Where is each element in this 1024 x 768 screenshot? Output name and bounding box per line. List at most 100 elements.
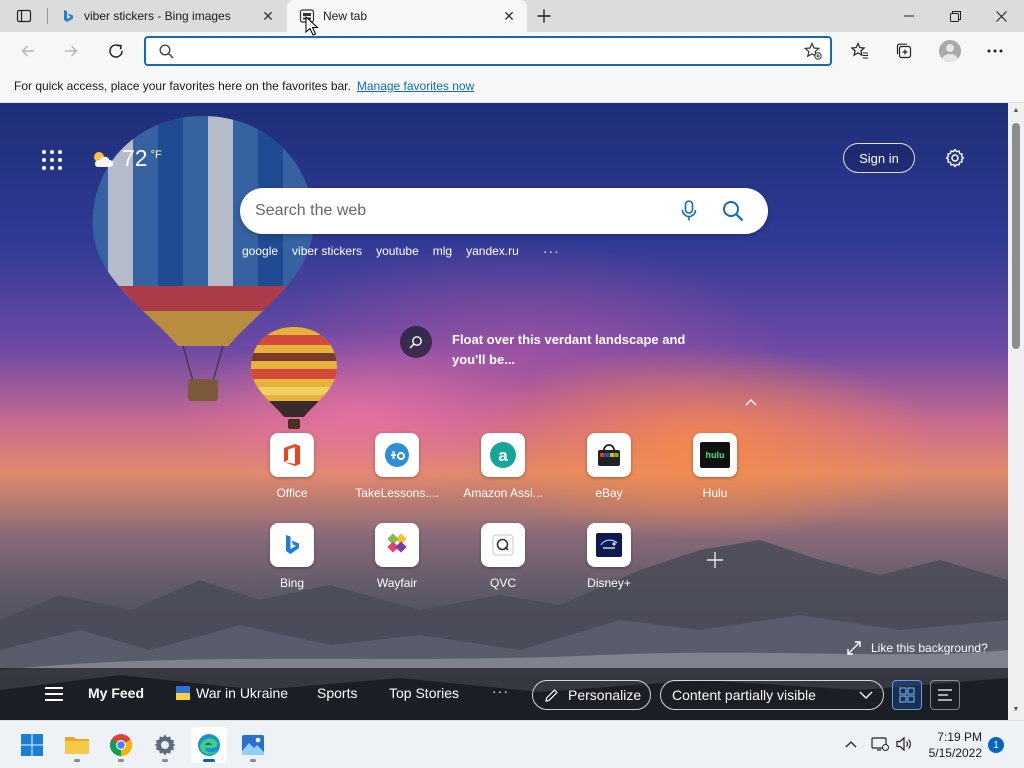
personalize-label: Personalize [568,687,642,703]
avatar [939,40,961,62]
takelessons-icon [375,433,419,477]
settings-icon [154,734,176,756]
favorites-button[interactable] [845,36,875,66]
feed-tab-war-in-ukraine[interactable]: War in Ukraine [176,685,288,701]
scroll-down-icon[interactable]: ▼ [1012,706,1020,714]
quick-link[interactable]: mlg [433,244,452,258]
new-tab-page: 72 °F Sign in google viber stickers yout… [0,103,1008,720]
feed-tab-sports[interactable]: Sports [317,685,357,701]
taskbar-photos[interactable] [235,727,271,763]
feed-menu-icon[interactable] [45,687,63,701]
feed-tab-label: War in Ukraine [196,685,289,701]
grid-layout-button[interactable] [892,680,922,710]
quick-link[interactable]: google [242,244,278,258]
microphone-icon[interactable] [674,196,704,226]
top-site-tile[interactable]: Office [247,433,337,500]
tab-bing-images[interactable]: viber stickers - Bing images ✕ [48,0,286,32]
top-site-tile[interactable]: Bing [247,523,337,590]
edge-icon [198,734,220,756]
taskbar-chrome[interactable] [103,727,139,763]
svg-text:a: a [498,446,508,465]
collections-button[interactable] [889,36,919,66]
top-site-label: Office [276,486,308,500]
address-bar[interactable] [144,36,832,66]
address-input[interactable] [176,39,800,63]
top-site-tile[interactable]: eBay [564,433,654,500]
close-icon[interactable]: ✕ [256,4,280,28]
profile-button[interactable] [935,36,965,66]
web-search-box[interactable] [240,188,768,234]
scrollbar-thumb[interactable] [1012,123,1020,349]
quick-links-more-button[interactable]: ··· [543,243,560,259]
quick-link[interactable]: youtube [376,244,419,258]
amazon-assistant-icon: a [481,433,525,477]
sign-in-button[interactable]: Sign in [843,143,915,173]
navigation-bar [0,32,1024,70]
like-background-button[interactable]: Like this background? [847,641,988,655]
top-site-label: Hulu [702,486,728,500]
expand-icon [847,641,861,655]
office-icon [270,433,314,477]
new-tab-button[interactable] [532,4,556,28]
restore-icon [949,10,961,22]
taskbar-file-explorer[interactable] [59,727,95,763]
top-site-tile[interactable]: QVC [458,523,548,590]
taskbar-edge[interactable] [191,727,227,763]
network-button[interactable] [869,733,891,755]
top-site-tile[interactable]: TakeLessons.... [352,433,442,500]
top-site-label: Disney+ [587,576,631,590]
forward-button[interactable] [56,36,86,66]
weather-widget[interactable]: 72 °F [90,145,162,172]
top-site-tile[interactable]: Disney+ [564,523,654,590]
add-favorite-star-icon[interactable] [800,38,826,64]
close-window-button[interactable] [978,0,1024,32]
photos-icon [242,735,264,755]
start-button[interactable] [14,727,50,763]
manage-favorites-link[interactable]: Manage favorites now [357,79,474,93]
page-settings-button[interactable] [942,145,968,171]
more-dots-icon [987,49,1003,53]
taskbar-settings[interactable] [147,727,183,763]
feed-tab-top-stories[interactable]: Top Stories [389,685,459,701]
back-button[interactable] [13,36,43,66]
taskbar-clock[interactable]: 7:19 PM 5/15/2022 [922,729,982,761]
quick-link[interactable]: yandex.ru [466,244,519,258]
volume-button[interactable] [893,733,915,755]
settings-and-more-button[interactable] [980,36,1010,66]
personalize-button[interactable]: Personalize [532,680,651,710]
show-hidden-icons-button[interactable] [840,733,862,755]
tab-actions-menu-icon[interactable] [8,4,40,28]
tab-new-tab[interactable]: New tab ✕ [287,0,527,32]
like-background-label: Like this background? [871,641,988,655]
background-info[interactable]: Float over this verdant landscape and yo… [400,326,702,370]
top-site-tile[interactable]: Wayfair [352,523,442,590]
add-site-button[interactable] [700,545,730,575]
close-icon[interactable]: ✕ [497,4,521,28]
quick-link[interactable]: viber stickers [292,244,362,258]
hot-air-balloon-small-image [250,327,338,429]
start-icon [21,734,43,756]
minimize-button[interactable] [886,0,932,32]
top-site-label: QVC [489,576,516,590]
collapse-top-sites-button[interactable] [742,393,760,411]
notification-badge[interactable]: 1 [988,737,1004,753]
search-icon[interactable] [718,196,748,226]
feed-more-button[interactable]: ··· [492,683,509,699]
top-site-tile[interactable]: hulu Hulu [670,433,760,500]
content-visibility-dropdown[interactable]: Content partially visible [660,680,884,710]
refresh-button[interactable] [101,36,131,66]
list-layout-button[interactable] [930,680,960,710]
content-visibility-label: Content partially visible [672,687,816,703]
top-site-tile[interactable]: a Amazon Assi... [458,433,548,500]
web-search-input[interactable] [255,196,674,226]
hulu-logo-text: hulu [706,450,725,460]
feed-tab-my-feed[interactable]: My Feed [88,685,144,701]
back-arrow-icon [21,45,34,57]
scroll-up-icon[interactable]: ▲ [1012,107,1020,115]
restore-button[interactable] [932,0,978,32]
top-site-label: eBay [595,486,623,500]
page-scrollbar[interactable]: ▲ ▼ [1008,103,1024,720]
apps-launcher-icon[interactable] [40,148,64,172]
top-site-label: Bing [279,576,305,590]
pencil-icon [545,688,558,702]
